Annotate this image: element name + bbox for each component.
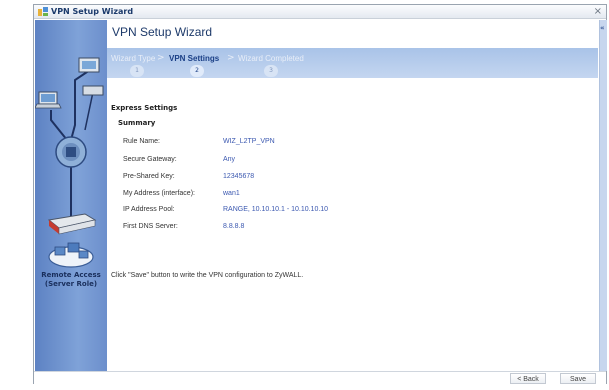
step-wizard-type[interactable]: Wizard Type — [111, 54, 155, 63]
step-number-3: 3 — [264, 65, 278, 77]
step-separator: > — [157, 53, 165, 63]
save-instruction-text: Click "Save" button to write the VPN con… — [111, 272, 304, 279]
value-ip-address-pool: RANGE, 10.10.10.1 - 10.10.10.10 — [223, 206, 329, 213]
window-titlebar: VPN Setup Wizard × — [34, 5, 606, 19]
label-rule-name: Rule Name: — [123, 138, 160, 145]
wizard-sidebar: Remote Access (Server Role) — [35, 20, 107, 371]
value-my-address: wan1 — [223, 190, 240, 197]
page-title: VPN Setup Wizard — [112, 25, 213, 39]
label-my-address: My Address (interface): — [123, 190, 195, 197]
close-icon[interactable]: × — [594, 5, 602, 18]
label-pre-shared-key: Pre-Shared Key: — [123, 173, 175, 180]
step-number-2: 2 — [190, 65, 204, 77]
collapse-panel-icon[interactable]: « — [600, 24, 605, 32]
label-ip-address-pool: IP Address Pool: — [123, 206, 175, 213]
back-button[interactable]: < Back — [510, 373, 546, 384]
label-first-dns-server: First DNS Server: — [123, 223, 178, 230]
network-diagram-icon — [35, 57, 104, 268]
value-first-dns-server: 8.8.8.8 — [223, 223, 245, 230]
step-separator: > — [227, 53, 235, 63]
role-line-2: (Server Role) — [44, 280, 98, 288]
wizard-steps: Wizard Type > VPN Settings > Wizard Comp… — [107, 48, 598, 78]
summary-title: Summary — [118, 119, 156, 127]
wizard-footer: < Back Save — [34, 371, 606, 384]
label-secure-gateway: Secure Gateway: — [123, 156, 177, 163]
vpn-setup-wizard-window: VPN Setup Wizard × Remote Access (Server… — [33, 4, 607, 384]
value-rule-name: WIZ_L2TP_VPN — [223, 138, 275, 145]
step-vpn-settings[interactable]: VPN Settings — [169, 54, 219, 63]
value-pre-shared-key: 12345678 — [223, 173, 255, 180]
wizard-app-icon — [38, 7, 48, 16]
collapse-panel-toggle[interactable]: « — [599, 20, 607, 371]
section-title: Express Settings — [111, 104, 178, 112]
save-button[interactable]: Save — [560, 373, 596, 384]
step-number-1: 1 — [130, 65, 144, 77]
value-secure-gateway: Any — [223, 156, 236, 163]
server-role-label: Remote Access (Server Role) — [35, 271, 107, 289]
window-title: VPN Setup Wizard — [51, 7, 134, 16]
wizard-main-panel: VPN Setup Wizard Wizard Type > VPN Setti… — [107, 20, 598, 371]
role-line-1: Remote Access — [41, 271, 101, 279]
step-wizard-completed[interactable]: Wizard Completed — [238, 54, 304, 63]
